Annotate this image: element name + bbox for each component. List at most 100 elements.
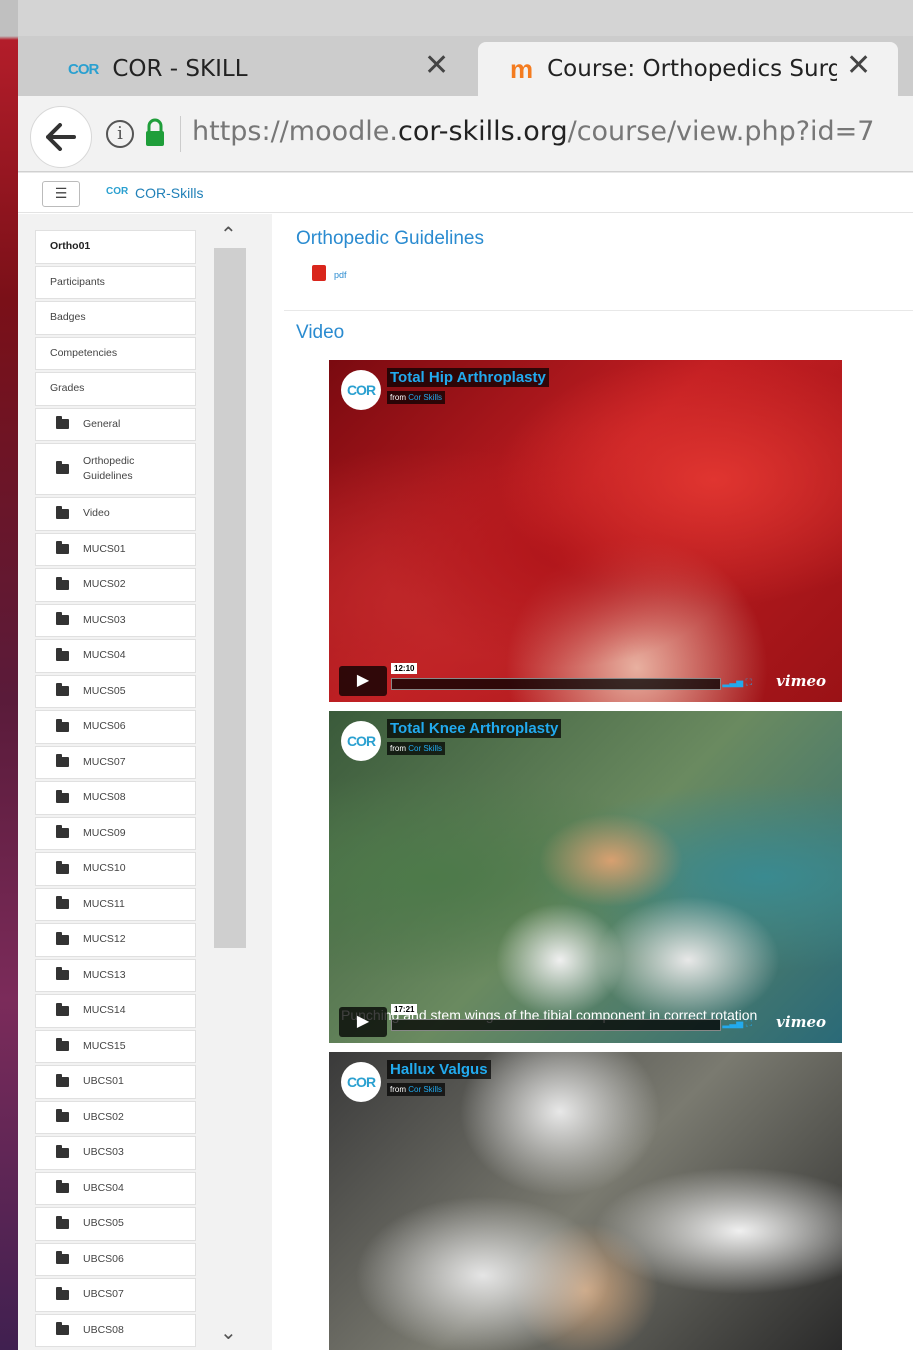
folder-icon [56,896,69,910]
section-title-video[interactable]: Video [296,322,344,344]
nav-item-badges[interactable]: Badges [35,301,196,335]
byline-from: from [390,393,406,402]
nav-item-mucs12[interactable]: MUCS12 [35,923,196,957]
channel-logo[interactable]: COR [341,721,381,761]
nav-item-label: MUCS14 [83,1004,126,1017]
nav-item-mucs01[interactable]: MUCS01 [35,532,196,566]
nav-item-label: UBCS01 [83,1075,124,1088]
scroll-down-icon[interactable]: ⌄ [220,1320,237,1344]
close-icon[interactable]: ✕ [424,48,449,83]
video-player-hip[interactable]: COR Total Hip Arthroplasty from Cor Skil… [329,360,842,702]
nav-item-ubcs03[interactable]: UBCS03 [35,1136,196,1170]
video-title[interactable]: Total Knee Arthroplasty [387,719,562,738]
video-byline[interactable]: from Cor Skills [387,742,446,755]
nav-item-ubcs01[interactable]: UBCS01 [35,1065,196,1099]
site-name-link[interactable]: COR-Skills [135,185,203,201]
url-path: /course/view.php?id=7 [567,116,875,147]
nav-item-mucs11[interactable]: MUCS11 [35,887,196,921]
back-button[interactable] [30,106,92,168]
nav-item-general[interactable]: General [35,407,196,441]
nav-item-ubcs02[interactable]: UBCS02 [35,1100,196,1134]
info-icon[interactable]: i [106,120,134,148]
nav-item-mucs14[interactable]: MUCS14 [35,994,196,1028]
folder-icon [56,1180,69,1194]
video-title[interactable]: Hallux Valgus [387,1060,491,1079]
nav-item-label: UBCS07 [83,1288,124,1301]
nav-item-ubcs07[interactable]: UBCS07 [35,1278,196,1312]
menu-toggle-button[interactable]: ☰ [42,181,80,207]
scrollbar-thumb[interactable] [214,248,246,948]
folder-icon [56,1038,69,1052]
nav-item-label: MUCS03 [83,613,126,626]
video-title[interactable]: Total Hip Arthroplasty [387,368,549,387]
tab-cor-skill[interactable]: COR COR - SKILL ✕ [48,42,468,96]
folder-icon [56,1144,69,1158]
folder-icon [56,416,69,430]
folder-icon [56,1286,69,1300]
nav-item-video[interactable]: Video [35,497,196,531]
nav-item-grades[interactable]: Grades [35,372,196,406]
nav-item-participants[interactable]: Participants [35,265,196,299]
pdf-icon[interactable] [312,265,326,281]
nav-item-mucs15[interactable]: MUCS15 [35,1029,196,1063]
nav-item-label: Orthopedic Guidelines [83,455,135,482]
play-button[interactable]: ▶ [339,1007,387,1037]
url-field[interactable]: https://moodle.cor-skills.org/course/vie… [192,116,874,147]
channel-logo[interactable]: COR [341,1062,381,1102]
nav-item-mucs13[interactable]: MUCS13 [35,958,196,992]
nav-item-ubcs06[interactable]: UBCS06 [35,1242,196,1276]
video-byline[interactable]: from Cor Skills [387,391,446,404]
nav-item-ubcs04[interactable]: UBCS04 [35,1171,196,1205]
folder-icon [56,461,69,474]
nav-item-label: MUCS08 [83,791,126,804]
scroll-up-icon[interactable]: ⌃ [220,222,237,246]
video-player-hallux[interactable]: COR Hallux Valgus from Cor Skills [329,1052,842,1350]
main-content: Orthopedic Guidelines pdf Video COR Tota… [272,214,913,1350]
nav-item-label: MUCS12 [83,933,126,946]
nav-item-label: UBCS06 [83,1252,124,1265]
section-title-guidelines[interactable]: Orthopedic Guidelines [296,228,484,250]
vimeo-logo[interactable]: vimeo [776,672,826,690]
nav-item-mucs02[interactable]: MUCS02 [35,568,196,602]
folder-icon [56,860,69,874]
vimeo-logo[interactable]: vimeo [776,1013,826,1031]
nav-list: Ortho01 Participants Badges Competencies Gra… [35,230,196,1349]
nav-item-mucs07[interactable]: MUCS07 [35,745,196,779]
nav-item-ortho01[interactable]: Ortho01 [35,230,196,264]
nav-item-mucs08[interactable]: MUCS08 [35,781,196,815]
volume-icon[interactable]: ▂▃▅ ⛶ [722,677,752,688]
nav-item-label: MUCS15 [83,1039,126,1052]
play-button[interactable]: ▶ [339,666,387,696]
video-progress-bar[interactable] [391,678,721,690]
site-logo[interactable]: COR [106,186,128,197]
nav-item-ubcs05[interactable]: UBCS05 [35,1207,196,1241]
video-duration: 17:21 [391,1004,418,1015]
tab-course[interactable]: m Course: Orthopedics Surgery ✕ [478,42,898,96]
close-icon[interactable]: ✕ [846,48,871,83]
byline-channel: Cor Skills [408,393,443,402]
desktop-top-strip [0,0,913,36]
folder-icon [56,931,69,945]
nav-item-ubcs08[interactable]: UBCS08 [35,1313,196,1347]
nav-item-mucs06[interactable]: MUCS06 [35,710,196,744]
nav-item-mucs04[interactable]: MUCS04 [35,639,196,673]
back-arrow-icon [46,123,76,151]
folder-icon [56,789,69,803]
video-player-knee[interactable]: COR Total Knee Arthroplasty from Cor Ski… [329,711,842,1043]
byline-from: from [390,1085,406,1094]
video-byline[interactable]: from Cor Skills [387,1083,446,1096]
nav-item-competencies[interactable]: Competencies [35,336,196,370]
video-progress-bar[interactable] [391,1019,721,1031]
nav-item-orthopedic-guidelines[interactable]: Orthopedic Guidelines [35,443,196,495]
channel-logo[interactable]: COR [341,370,381,410]
pdf-link[interactable]: pdf [334,270,347,280]
nav-item-mucs10[interactable]: MUCS10 [35,852,196,886]
nav-drawer: Ortho01 Participants Badges Competencies Gra… [18,214,272,1350]
nav-item-mucs05[interactable]: MUCS05 [35,674,196,708]
nav-item-label: MUCS10 [83,862,126,875]
nav-item-mucs09[interactable]: MUCS09 [35,816,196,850]
nav-item-mucs03[interactable]: MUCS03 [35,603,196,637]
lock-icon [146,118,164,146]
section-divider [284,310,913,311]
volume-icon[interactable]: ▂▃▅ ⛶ [722,1018,752,1029]
